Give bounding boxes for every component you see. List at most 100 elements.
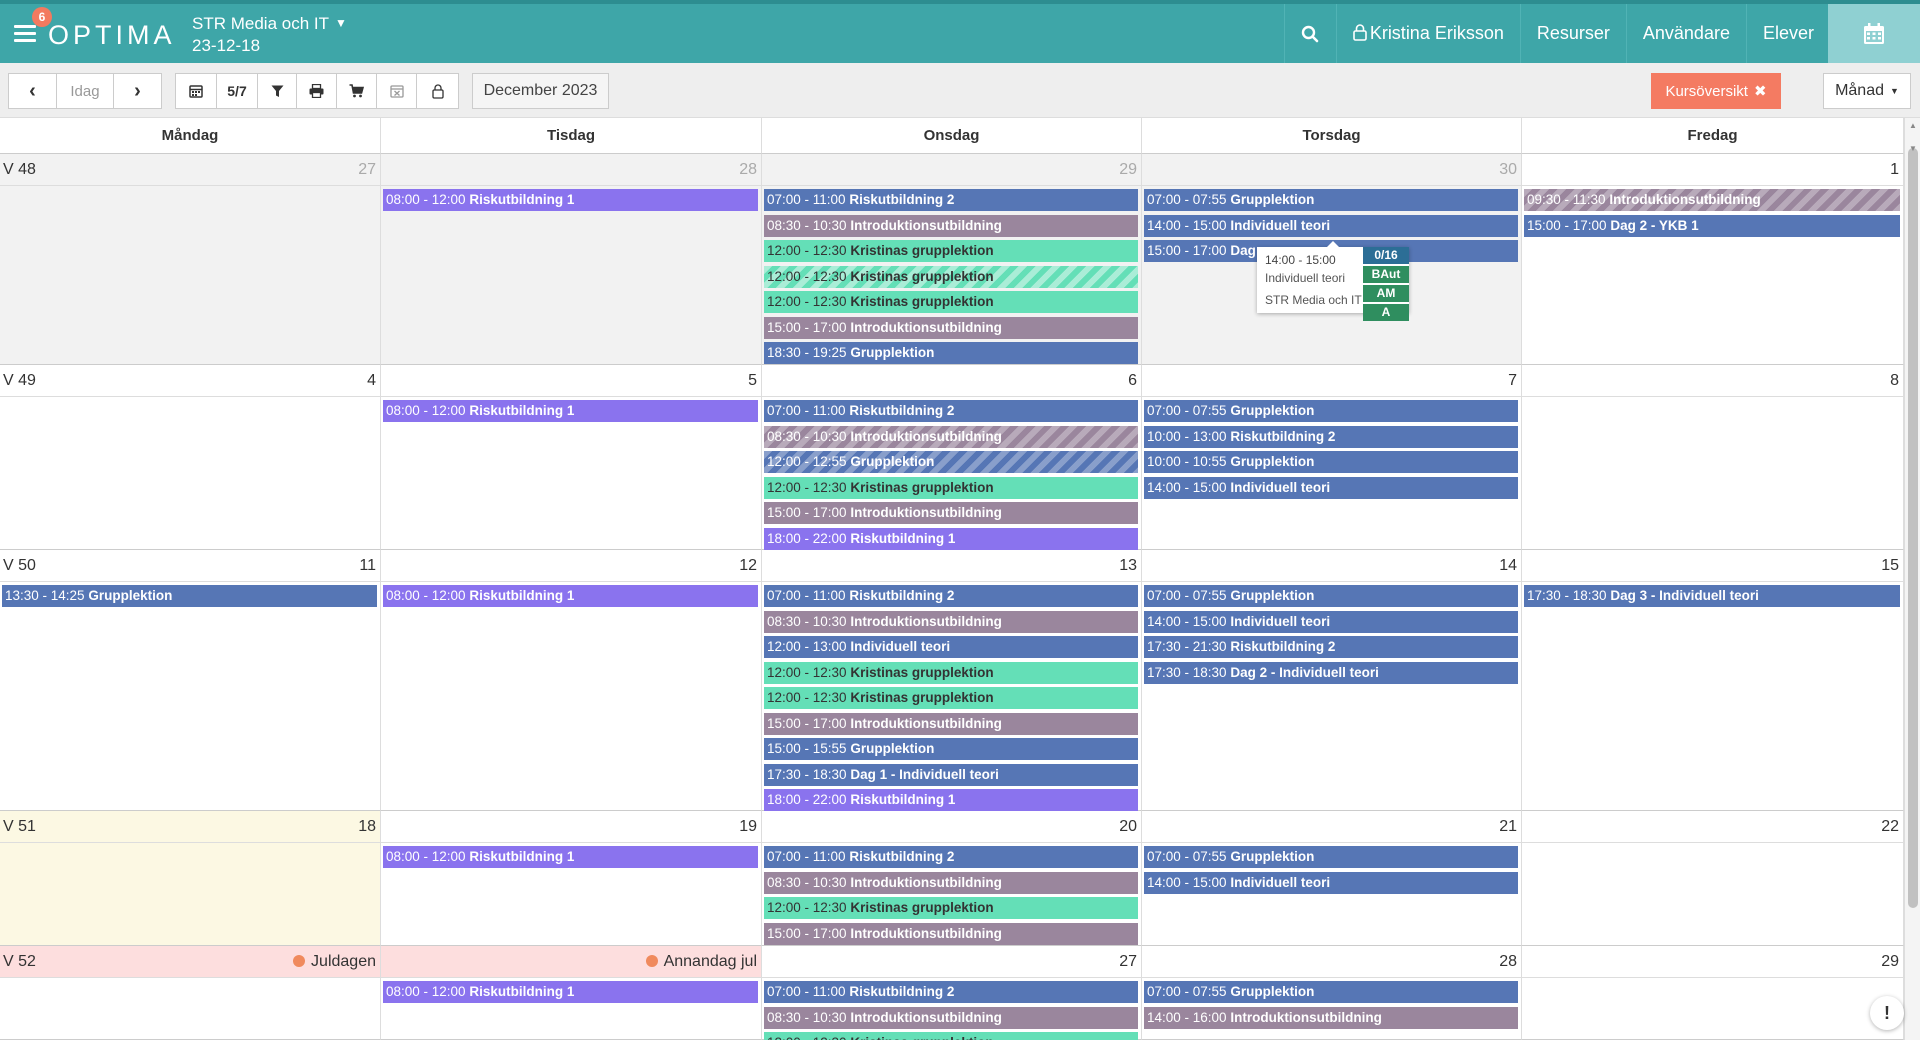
day-cell[interactable]: 28 08:00 - 12:00 Riskutbildning 1 [381, 154, 762, 365]
calendar-event[interactable]: 08:00 - 12:00 Riskutbildning 1 [383, 981, 758, 1003]
organization-name[interactable]: STR Media och IT [192, 13, 329, 35]
calendar-event[interactable]: 12:00 - 12:30 Kristinas grupplektion [764, 687, 1138, 709]
calendar-event[interactable]: 07:00 - 07:55 Grupplektion [1144, 585, 1518, 607]
day-cell[interactable]: 13 07:00 - 11:00 Riskutbildning 2 08:30 - … [762, 550, 1142, 811]
calendar-event[interactable]: 07:00 - 07:55 Grupplektion [1144, 981, 1518, 1003]
calendar-event[interactable]: 13:30 - 14:25 Grupplektion [2, 585, 377, 607]
day-number[interactable]: 28 [1499, 946, 1517, 978]
day-number[interactable]: 6 [1128, 365, 1137, 397]
previous-button[interactable]: ‹ [8, 73, 57, 109]
menu-button[interactable]: 6 [14, 7, 52, 45]
user-menu[interactable]: Kristina Eriksson [1335, 4, 1520, 63]
day-cell[interactable]: 27 07:00 - 11:00 Riskutbildning 2 08:30 - … [762, 946, 1142, 1040]
week-number[interactable]: V 50 [3, 550, 36, 582]
day-cell[interactable]: Annandag jul 08:00 - 12:00 Riskutbildning… [381, 946, 762, 1040]
day-cell[interactable]: V 49 4 [0, 365, 381, 550]
help-button[interactable]: ! [1870, 996, 1904, 1030]
day-number[interactable]: 8 [1890, 365, 1899, 397]
day-number[interactable]: 18 [358, 811, 376, 843]
calendar-event[interactable]: 07:00 - 11:00 Riskutbildning 2 [764, 400, 1138, 422]
week-number[interactable]: V 49 [3, 365, 36, 397]
calendar-event[interactable]: 15:00 - 17:00 Introduktionsutbildning [764, 713, 1138, 735]
week-number[interactable]: V 52 [3, 946, 36, 978]
day-cell[interactable]: 14 07:00 - 07:55 Grupplektion 14:00 - 15:0… [1142, 550, 1522, 811]
calendar-view-button[interactable] [1828, 4, 1920, 63]
week-days-toggle[interactable]: 5/7 [216, 73, 258, 109]
vertical-scrollbar[interactable]: ▲ ▼ [1904, 118, 1920, 1040]
day-number[interactable]: 4 [367, 365, 376, 397]
calendar-event[interactable]: 14:00 - 15:00 Individuell teori [1144, 872, 1518, 894]
day-number[interactable]: 7 [1508, 365, 1517, 397]
day-number[interactable]: 19 [739, 811, 757, 843]
nav-resurser[interactable]: Resurser [1519, 4, 1626, 63]
scroll-down-arrow[interactable]: ▼ [1909, 144, 1917, 153]
calendar-event[interactable]: 08:30 - 10:30 Introduktionsutbildning [764, 1007, 1138, 1029]
close-icon[interactable]: ✖ [1754, 82, 1767, 100]
calendar-event[interactable]: 12:00 - 12:30 Kristinas grupplektion [764, 240, 1138, 262]
user-name[interactable]: Kristina Eriksson [1370, 23, 1504, 43]
nav-anvandare[interactable]: Användare [1625, 4, 1746, 63]
calendar-event[interactable]: 15:00 - 17:00 Dag 2 - YKB 1 [1524, 215, 1900, 237]
day-number[interactable]: 13 [1119, 550, 1137, 582]
day-number[interactable]: 5 [748, 365, 757, 397]
day-cell[interactable]: 7 07:00 - 07:55 Grupplektion 10:00 - 13:00… [1142, 365, 1522, 550]
filter-button[interactable] [257, 73, 297, 109]
organization-selector[interactable]: STR Media och IT ▼ 23-12-18 [192, 12, 347, 57]
calendar-event[interactable]: 12:00 - 13:00 Individuell teori [764, 636, 1138, 658]
calendar-event[interactable]: 12:00 - 12:55 Grupplektion [764, 451, 1138, 473]
day-cell[interactable]: 15 17:30 - 18:30 Dag 3 - Individuell teor… [1522, 550, 1904, 811]
calendar-event[interactable]: 08:30 - 10:30 Introduktionsutbildning [764, 215, 1138, 237]
calendar-event[interactable]: 07:00 - 11:00 Riskutbildning 2 [764, 585, 1138, 607]
user-filter-button[interactable] [416, 73, 459, 109]
calendar-event[interactable]: 07:00 - 07:55 Grupplektion [1144, 846, 1518, 868]
day-cell[interactable]: V 52 Juldagen [0, 946, 381, 1040]
calendar-event[interactable]: 14:00 - 15:00 Individuell teori [1144, 611, 1518, 633]
calendar-event[interactable]: 14:00 - 15:00 Individuell teori [1144, 477, 1518, 499]
calendar-event[interactable]: 12:00 - 12:30 Kristinas grupplektion [764, 662, 1138, 684]
view-select-label[interactable]: Månad [1835, 82, 1884, 100]
day-cell[interactable]: 21 07:00 - 07:55 Grupplektion 14:00 - 15:0… [1142, 811, 1522, 946]
day-cell[interactable]: 5 08:00 - 12:00 Riskutbildning 1 [381, 365, 762, 550]
day-number[interactable]: 14 [1499, 550, 1517, 582]
day-number[interactable]: 30 [1499, 154, 1517, 186]
day-number[interactable]: 21 [1499, 811, 1517, 843]
day-cell[interactable]: 19 08:00 - 12:00 Riskutbildning 1 [381, 811, 762, 946]
calendar-event[interactable]: 18:00 - 22:00 Riskutbildning 1 [764, 789, 1138, 811]
calendar-event[interactable]: 14:00 - 15:00 Individuell teori [1144, 215, 1518, 237]
cart-button[interactable] [336, 73, 377, 109]
calendar-event[interactable]: 15:00 - 17:00 Introduktionsutbildning [764, 923, 1138, 945]
day-cell[interactable]: 28 07:00 - 07:55 Grupplektion 14:00 - 16:0… [1142, 946, 1522, 1040]
day-number[interactable]: 12 [739, 550, 757, 582]
course-overview-label[interactable]: Kursöversikt [1665, 83, 1748, 100]
caret-down-icon[interactable]: ▼ [1890, 86, 1899, 96]
day-number[interactable]: 11 [359, 550, 376, 582]
day-cell[interactable]: 8 [1522, 365, 1904, 550]
calendar-event[interactable]: 12:00 - 12:30 Kristinas grupplektion [764, 897, 1138, 919]
day-cell[interactable]: 1 09:30 - 11:30 Introduktionsutbildning 15… [1522, 154, 1904, 365]
day-cell[interactable]: V 50 11 13:30 - 14:25 Grupplektion [0, 550, 381, 811]
calendar-event[interactable]: 15:00 - 15:55 Grupplektion [764, 738, 1138, 760]
day-cell[interactable]: 29 07:00 - 11:00 Riskutbildning 2 08:30 - … [762, 154, 1142, 365]
day-number[interactable]: 15 [1881, 550, 1899, 582]
week-number[interactable]: V 48 [3, 154, 36, 186]
calendar-event[interactable]: 12:00 - 12:30 Kristinas grupplektion [764, 477, 1138, 499]
optima-logo[interactable]: OPTIMA [48, 20, 176, 51]
next-button[interactable]: › [113, 73, 162, 109]
calendar-event[interactable]: 07:00 - 11:00 Riskutbildning 2 [764, 189, 1138, 211]
scroll-up-arrow[interactable]: ▲ [1909, 121, 1917, 130]
day-cell[interactable]: 20 07:00 - 11:00 Riskutbildning 2 08:30 - … [762, 811, 1142, 946]
day-cell[interactable]: 29 [1522, 946, 1904, 1040]
week-number[interactable]: V 51 [3, 811, 36, 843]
calendar-event[interactable]: 12:00 - 12:30 Kristinas grupplektion [764, 1032, 1138, 1040]
day-cell[interactable]: V 51 18 [0, 811, 381, 946]
view-select[interactable]: Månad ▼ [1823, 73, 1911, 109]
calendar-button[interactable] [175, 73, 217, 109]
calendar-event[interactable]: 14:00 - 16:00 Introduktionsutbildning [1144, 1007, 1518, 1029]
calendar-event[interactable]: 12:00 - 12:30 Kristinas grupplektion [764, 291, 1138, 313]
calendar-event[interactable]: 17:30 - 21:30 Riskutbildning 2 [1144, 636, 1518, 658]
today-button[interactable]: Idag [56, 73, 114, 109]
calendar-event[interactable]: 18:30 - 19:25 Grupplektion [764, 342, 1138, 364]
calendar-event[interactable]: 17:30 - 18:30 Dag 3 - Individuell teori [1524, 585, 1900, 607]
calendar-event[interactable]: 17:30 - 18:30 Dag 1 - Individuell teori [764, 764, 1138, 786]
calendar-event[interactable]: 08:30 - 10:30 Introduktionsutbildning [764, 872, 1138, 894]
